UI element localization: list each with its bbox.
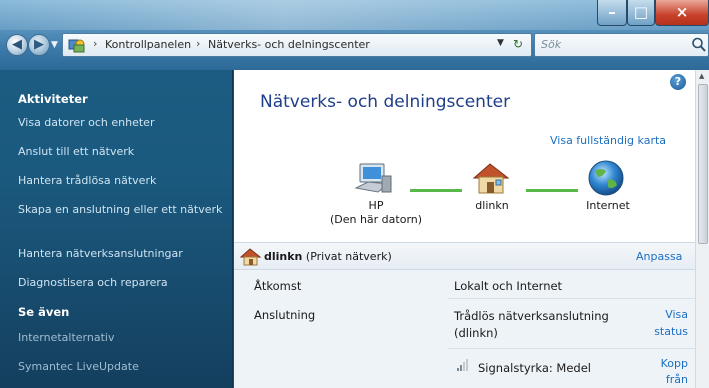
- node-label-internet: Internet: [586, 199, 630, 212]
- network-name-bold: dlinkn: [264, 250, 303, 263]
- search-placeholder: Sök: [541, 38, 562, 51]
- connection-value-line2: (dlinkn): [454, 326, 498, 340]
- tasks-heading: Aktiviteter: [18, 92, 88, 106]
- help-icon[interactable]: ?: [670, 74, 686, 90]
- maximize-button[interactable]: □: [627, 0, 655, 26]
- control-panel-icon: [68, 39, 85, 53]
- task-manage-connections[interactable]: Hantera nätverksanslutningar: [18, 246, 223, 261]
- main-content: ? ▲ Nätverks- och delningscenter Visa fu…: [234, 70, 709, 388]
- connection-line: [410, 189, 462, 192]
- task-create-connection[interactable]: Skapa en anslutning eller ett nätverk: [18, 202, 223, 217]
- page-title: Nätverks- och delningscenter: [260, 92, 511, 112]
- node-label-computer: HP: [368, 199, 384, 212]
- see-also-heading: Se även: [18, 305, 70, 319]
- task-view-computers[interactable]: Visa datorer och enheter: [18, 115, 223, 130]
- window-titlebar: – □ × ◀ ▶ ▼ › Kontrollpanelen › Nätverks…: [0, 0, 709, 70]
- search-input[interactable]: Sök: [534, 33, 709, 57]
- full-map-link[interactable]: Visa fullständig karta: [550, 134, 666, 147]
- row-divider: [448, 348, 695, 349]
- task-manage-wireless[interactable]: Hantera trådlösa nätverk: [18, 173, 223, 188]
- row-divider: [448, 298, 695, 299]
- breadcrumb-separator: ›: [93, 37, 98, 50]
- refresh-icon[interactable]: ↻: [513, 37, 523, 51]
- connection-value-line1: Trådlös nätverksanslutning: [454, 309, 609, 323]
- address-dropdown[interactable]: ▼: [497, 38, 504, 48]
- disconnect-link[interactable]: Kopp: [638, 356, 688, 372]
- breadcrumb-control-panel[interactable]: Kontrollpanelen: [105, 38, 191, 51]
- view-status-link[interactable]: Visa: [638, 307, 688, 323]
- globe-icon[interactable]: [586, 158, 626, 198]
- scroll-up-icon[interactable]: ▲: [699, 72, 704, 80]
- computer-icon[interactable]: [354, 162, 394, 198]
- access-value: Lokalt och Internet: [454, 279, 563, 293]
- address-bar[interactable]: › Kontrollpanelen › Nätverks- och delnin…: [62, 33, 532, 57]
- signal-strength-icon: [457, 359, 468, 371]
- node-sublabel-computer: (Den här datorn): [329, 213, 423, 226]
- see-also-liveupdate[interactable]: Symantec LiveUpdate: [18, 359, 223, 374]
- arrow-left-icon: ◀: [12, 37, 22, 52]
- network-details: Åtkomst Lokalt och Internet Anslutning T…: [234, 270, 695, 388]
- customize-link[interactable]: Anpassa: [636, 250, 682, 263]
- vertical-scrollbar[interactable]: ▲: [695, 70, 709, 388]
- house-icon[interactable]: [470, 158, 512, 198]
- network-type: (Privat nätverk): [305, 250, 392, 263]
- view-status-link-line2[interactable]: status: [638, 324, 688, 340]
- task-diagnose-repair[interactable]: Diagnostisera och reparera: [18, 275, 223, 290]
- task-connect-network[interactable]: Anslut till ett nätverk: [18, 144, 223, 159]
- disconnect-link-line2[interactable]: från: [638, 372, 688, 388]
- connection-line: [526, 189, 578, 192]
- recent-pages-dropdown[interactable]: ▼: [51, 40, 58, 50]
- search-icon[interactable]: [691, 36, 707, 54]
- scrollbar-thumb[interactable]: [698, 84, 708, 244]
- node-label-router: dlinkn: [475, 199, 509, 212]
- network-header: dlinkn (Privat nätverk) Anpassa: [234, 242, 695, 270]
- signal-strength-text: Signalstyrka: Medel: [478, 361, 591, 375]
- network-name: dlinkn (Privat nätverk): [264, 250, 392, 263]
- connection-label: Anslutning: [254, 308, 316, 322]
- see-also-internet-options[interactable]: Internetalternativ: [18, 330, 223, 345]
- breadcrumb-separator: ›: [196, 37, 201, 50]
- minimize-button[interactable]: –: [597, 0, 627, 26]
- task-pane: Aktiviteter Visa datorer och enheter Ans…: [0, 70, 233, 388]
- house-icon: [240, 248, 262, 266]
- access-label: Åtkomst: [254, 279, 302, 293]
- close-button[interactable]: ×: [655, 0, 709, 26]
- arrow-right-icon: ▶: [34, 37, 44, 52]
- back-button[interactable]: ◀: [6, 34, 28, 56]
- breadcrumb-network-center[interactable]: Nätverks- och delningscenter: [208, 38, 370, 51]
- forward-button[interactable]: ▶: [28, 34, 50, 56]
